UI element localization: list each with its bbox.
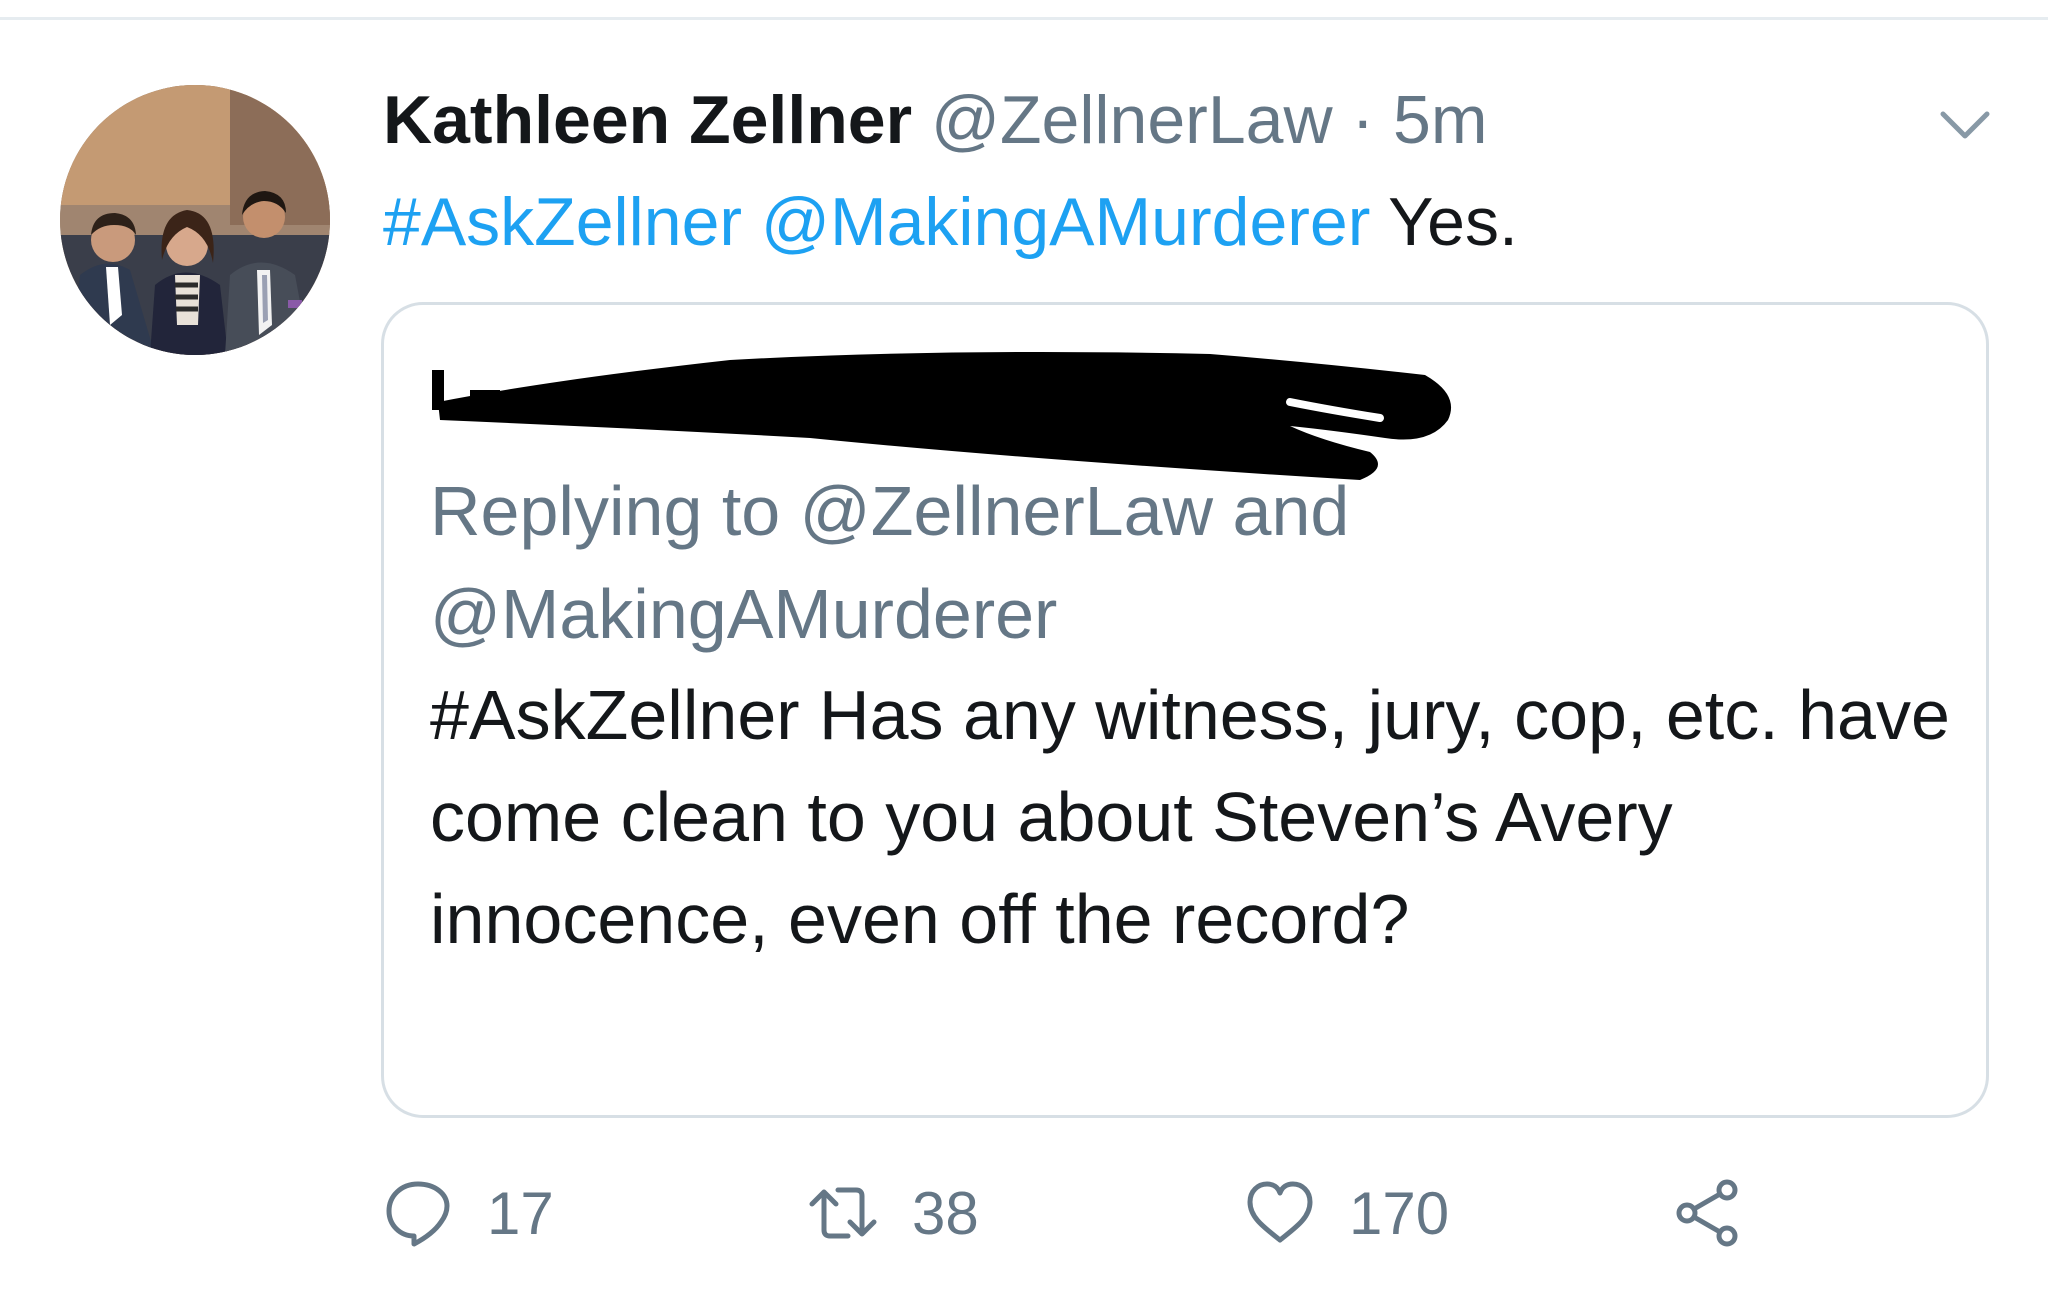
reply-icon bbox=[386, 1181, 450, 1247]
author-name[interactable]: Kathleen Zellner bbox=[383, 82, 912, 158]
quoted-tweet-body: #AskZellner Has any witness, jury, cop, … bbox=[430, 676, 1950, 958]
author-handle-text[interactable]: @ZellnerLaw bbox=[931, 82, 1333, 158]
replying-handle-1[interactable]: @ZellnerLaw bbox=[800, 472, 1213, 550]
retweet-count: 38 bbox=[912, 1179, 979, 1247]
author-handle[interactable]: @ZellnerLaw bbox=[931, 82, 1333, 158]
tweet-text: #AskZellner @MakingAMurderer Yes. bbox=[383, 180, 1518, 264]
like-button[interactable]: 170 bbox=[1245, 1168, 1449, 1258]
tweet-body-text: Yes. bbox=[1388, 184, 1518, 260]
hashtag-link[interactable]: #AskZellner bbox=[383, 184, 742, 260]
chevron-down-icon bbox=[1940, 111, 1990, 139]
tweet-actions: 17 38 170 bbox=[383, 1168, 2023, 1258]
replying-prefix: Replying to bbox=[430, 472, 800, 550]
heart-icon bbox=[1247, 1181, 1313, 1243]
retweet-icon bbox=[809, 1187, 877, 1239]
tweet-header: Kathleen Zellner @ZellnerLaw · 5m bbox=[383, 80, 1487, 160]
meta-separator: · bbox=[1332, 82, 1393, 158]
avatar-photo bbox=[60, 85, 330, 355]
mention-link[interactable]: @MakingAMurderer bbox=[761, 184, 1370, 260]
replying-handle-2[interactable]: @MakingAMurderer bbox=[430, 575, 1057, 653]
share-icon bbox=[1676, 1179, 1738, 1247]
scribble-redaction bbox=[432, 352, 1452, 480]
retweet-button[interactable]: 38 bbox=[808, 1168, 979, 1258]
replying-and: and bbox=[1213, 472, 1350, 550]
like-count: 170 bbox=[1349, 1179, 1450, 1247]
share-button[interactable] bbox=[1673, 1168, 1743, 1258]
author-avatar[interactable] bbox=[60, 85, 330, 355]
reply-count: 17 bbox=[487, 1179, 554, 1247]
replying-to-line: Replying to @ZellnerLaw and @MakingAMurd… bbox=[430, 460, 1930, 666]
reply-button[interactable]: 17 bbox=[383, 1168, 554, 1258]
top-divider bbox=[0, 0, 2048, 20]
tweet-timestamp[interactable]: 5m bbox=[1393, 82, 1487, 158]
tweet-menu-button[interactable] bbox=[1935, 100, 1995, 150]
